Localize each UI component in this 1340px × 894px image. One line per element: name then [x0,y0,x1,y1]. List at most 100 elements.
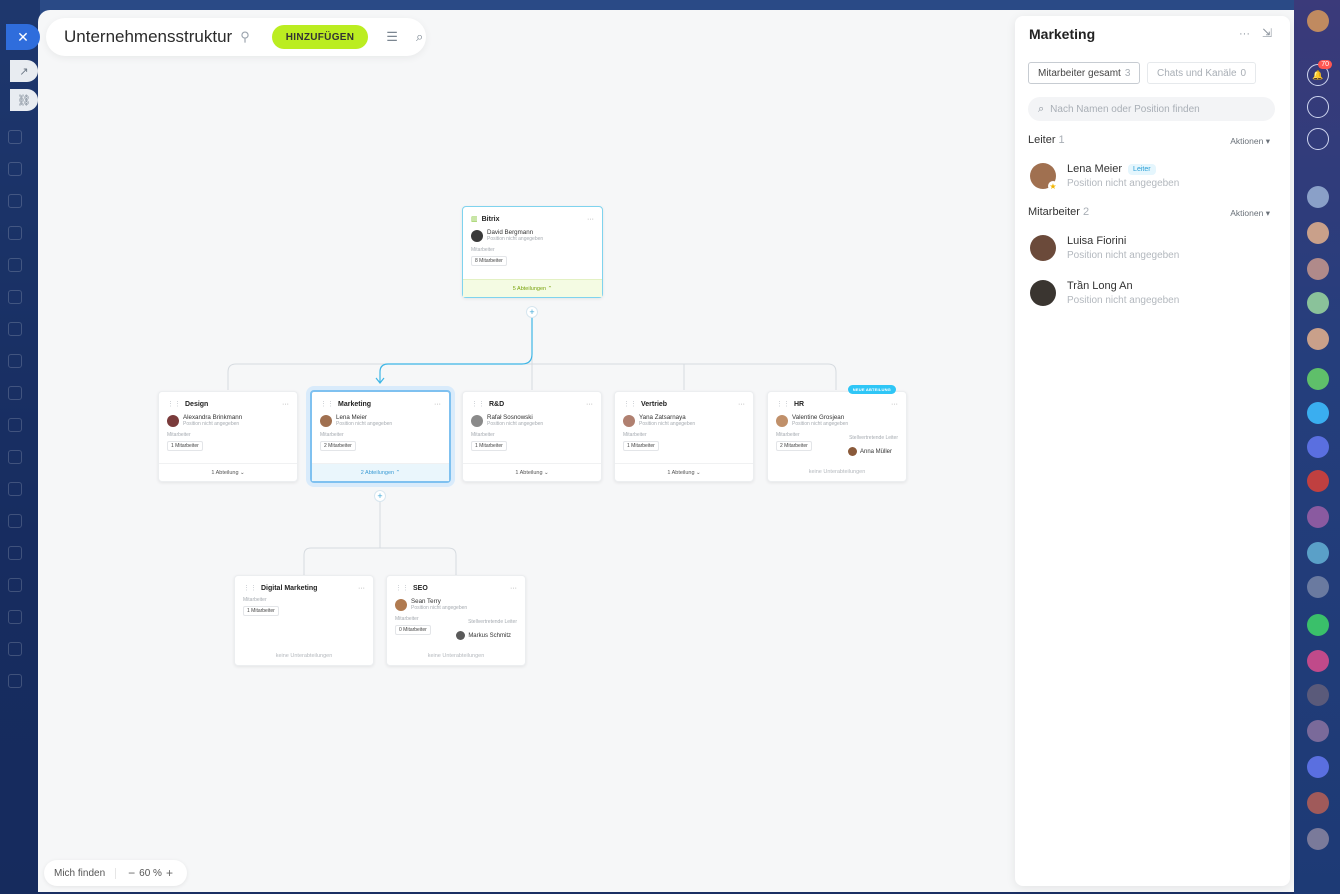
contact-avatar[interactable] [1307,828,1329,850]
staff-count-chip[interactable]: 1 Mitarbeiter [471,441,507,452]
more-icon[interactable]: ··· [1239,28,1250,40]
contact-avatar[interactable] [1307,542,1329,564]
staff-count-chip[interactable]: 1 Mitarbeiter [623,441,659,452]
head-position: Position nicht angegeben [487,421,544,428]
list-item[interactable]: Trần Long An Position nicht angegeben [1030,280,1179,306]
right-rail: 🔔 70 [1294,0,1340,894]
drag-handle-icon[interactable]: ⋮⋮ [623,400,637,408]
zoom-in-button[interactable]: + [166,866,173,880]
org-card-digital-marketing[interactable]: ⋮⋮ Digital Marketing ··· Mitarbeiter 1 Mit… [234,575,374,666]
drag-handle-icon[interactable]: ⋮⋮ [167,400,181,408]
staff-count-chip[interactable]: 2 Mitarbeiter [776,441,812,452]
org-card-rnd[interactable]: ⋮⋮ R&D ··· Rafał Sosnowski Position nicht a… [462,391,602,482]
contact-avatar[interactable] [1307,792,1329,814]
contact-avatar[interactable] [1307,292,1329,314]
more-icon[interactable]: ··· [738,401,745,408]
head-position: Position nicht angegeben [639,421,696,428]
drag-handle-icon[interactable]: ⋮⋮ [320,400,334,408]
menu-icon [8,258,22,272]
more-icon[interactable]: ··· [586,401,593,408]
deputy[interactable]: Markus Schmitz [456,631,511,640]
head-name: Alexandra Brinkmann [183,414,243,421]
more-icon[interactable]: ··· [587,216,594,223]
org-card-root[interactable]: ▥ Bitrix ··· David Bergmann Position nic… [462,206,603,298]
subdepartments-toggle[interactable]: 2 Abteilungen ⌃ [312,463,449,481]
more-icon[interactable]: ··· [434,401,441,408]
contact-avatar[interactable] [1307,368,1329,390]
subdepartments-toggle[interactable]: 5 Abteilungen ⌃ [463,279,602,297]
more-icon[interactable]: ··· [891,401,898,408]
staff-count-chip[interactable]: 1 Mitarbeiter [167,441,203,452]
heads-actions-dropdown[interactable]: Aktionen ▾ [1230,136,1270,147]
find-me-button[interactable]: Mich finden [54,867,117,879]
head-position: Position nicht angegeben [792,421,849,428]
org-card-seo[interactable]: ⋮⋮ SEO ··· Sean Terry Position nicht angege… [386,575,526,666]
contact-avatar[interactable] [1307,222,1329,244]
contact-avatar[interactable] [1307,720,1329,742]
collapse-panel-icon[interactable]: ⇲ [1262,26,1272,40]
staff-count-chip[interactable]: 0 Mitarbeiter [395,625,431,636]
avatar [471,414,483,427]
org-card-hr[interactable]: NEUE ABTEILUNG ⋮⋮ HR ··· Valentine Grosjea… [767,385,907,482]
deputy[interactable]: Anna Müller [847,447,892,456]
head-name: Lena Meier [336,414,367,421]
deputy-name: Markus Schmitz [468,632,511,639]
head-position: Position nicht angegeben [411,605,468,612]
subdepartments-count: 1 Abteilung [211,469,239,476]
zoom-out-button[interactable]: − [128,866,135,880]
drag-handle-icon[interactable]: ⋮⋮ [776,400,790,408]
staff-actions-dropdown[interactable]: Aktionen ▾ [1230,208,1270,219]
contact-avatar[interactable] [1307,470,1329,492]
add-node-button[interactable]: + [374,490,386,502]
list-item[interactable]: Luisa Fiorini Position nicht angegeben [1030,235,1179,261]
target-icon[interactable] [1307,96,1329,118]
search-input[interactable]: ⌕ Nach Namen oder Position finden [1028,97,1275,121]
contact-avatar[interactable] [1307,186,1329,208]
org-card-vertrieb[interactable]: ⋮⋮ Vertrieb ··· Yana Zatsarnaya Position ni… [614,391,754,482]
org-card-marketing[interactable]: ⋮⋮ Marketing ··· Lena Meier Position nicht … [310,390,451,483]
menu-icon [8,322,22,336]
staff-section-title: Mitarbeiter 2 [1028,206,1089,218]
tab-all-employees[interactable]: Mitarbeiter gesamt 3 [1028,62,1141,84]
add-node-button[interactable]: + [526,306,538,318]
list-item[interactable]: ★ Lena Meier Leiter Position nicht angege… [1030,163,1180,191]
contact-avatar[interactable] [1307,258,1329,280]
drag-handle-icon[interactable]: ⋮⋮ [243,584,257,592]
org-card-design[interactable]: ⋮⋮ Design ··· Alexandra Brinkmann Position … [158,391,298,482]
staff-count-chip[interactable]: 8 Mitarbeiter [471,256,507,267]
copy-link-icon[interactable]: ⛓ [10,89,38,111]
person-position: Position nicht angegeben [1067,178,1180,189]
contact-avatar[interactable] [1307,328,1329,350]
drag-handle-icon[interactable]: ⋮⋮ [471,400,485,408]
no-subdepartments-label: keine Unterabteilungen [808,469,866,475]
drag-handle-icon[interactable]: ⋮⋮ [395,584,409,592]
more-icon[interactable]: ··· [282,401,289,408]
more-icon[interactable]: ··· [510,585,517,592]
tab-count: 0 [1240,67,1247,79]
department-name: HR [794,400,805,408]
group-icon[interactable] [1307,756,1329,778]
close-button[interactable]: ✕ [6,24,40,50]
contact-avatar[interactable] [1307,684,1329,706]
group-icon[interactable] [1307,436,1329,458]
person-name: Luisa Fiorini [1067,235,1127,247]
subdepartments-toggle[interactable]: 1 Abteilung ⌄ [615,463,753,481]
group-icon[interactable] [1307,614,1329,636]
chat-icon[interactable] [1307,128,1329,150]
staff-count-chip[interactable]: 2 Mitarbeiter [320,441,356,452]
more-icon[interactable]: ··· [358,585,365,592]
subdepartments-count: 2 Abteilungen [360,469,395,476]
chat-icon[interactable] [1307,402,1329,424]
subdepartments-toggle[interactable]: 1 Abteilung ⌄ [463,463,601,481]
contact-avatar[interactable] [1307,650,1329,672]
contact-avatar[interactable] [1307,506,1329,528]
staff-count-chip[interactable]: 1 Mitarbeiter [243,606,279,616]
subdepartments-toggle[interactable]: 1 Abteilung ⌄ [159,463,297,481]
menu-icon [8,386,22,400]
open-in-new-window-icon[interactable]: ↗ [10,60,38,82]
contact-avatar[interactable] [1307,576,1329,598]
no-subdepartments-label: keine Unterabteilungen [275,653,333,659]
user-avatar[interactable] [1307,10,1329,32]
tab-chats-channels[interactable]: Chats und Kanäle 0 [1147,62,1257,84]
subdepartments-count: 1 Abteilung [667,469,695,476]
